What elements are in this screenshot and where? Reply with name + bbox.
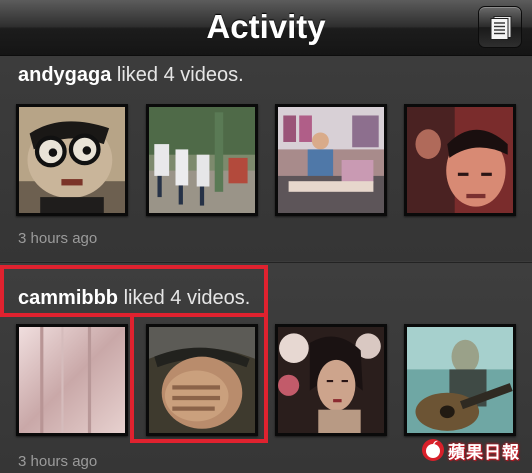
activity-text: andygaga liked 4 videos. bbox=[18, 64, 244, 87]
video-thumbnail-portrait[interactable] bbox=[275, 324, 387, 436]
highlight-connector bbox=[0, 313, 133, 317]
highlight-username-box bbox=[0, 265, 268, 317]
page-title: Activity bbox=[206, 8, 326, 45]
thumbnail-row bbox=[16, 104, 526, 216]
nav-bar: Activity bbox=[0, 0, 532, 56]
activity-screen: Activity andygaga liked 4 videos. 3 hour… bbox=[0, 0, 532, 473]
video-thumbnail-blurred[interactable] bbox=[16, 324, 128, 436]
list-button[interactable] bbox=[478, 6, 522, 48]
video-thumbnail-puppet[interactable] bbox=[16, 104, 128, 216]
video-thumbnail-shop[interactable] bbox=[275, 104, 387, 216]
highlight-thumbnail-box bbox=[130, 313, 268, 443]
thumbnail-row bbox=[16, 324, 526, 436]
activity-timestamp: 3 hours ago bbox=[18, 230, 98, 247]
watermark-text: 蘋果日報 bbox=[448, 442, 520, 462]
video-thumbnail-selfie[interactable] bbox=[404, 104, 516, 216]
activity-timestamp: 3 hours ago bbox=[18, 453, 98, 470]
video-thumbnail-dancers[interactable] bbox=[146, 104, 258, 216]
list-document-icon bbox=[490, 16, 512, 40]
apple-logo-icon bbox=[422, 439, 444, 461]
video-thumbnail-guitar[interactable] bbox=[404, 324, 516, 436]
activity-action: liked 4 videos. bbox=[111, 64, 244, 86]
watermark: 蘋果日報 bbox=[422, 439, 520, 462]
activity-username[interactable]: andygaga bbox=[18, 64, 111, 86]
